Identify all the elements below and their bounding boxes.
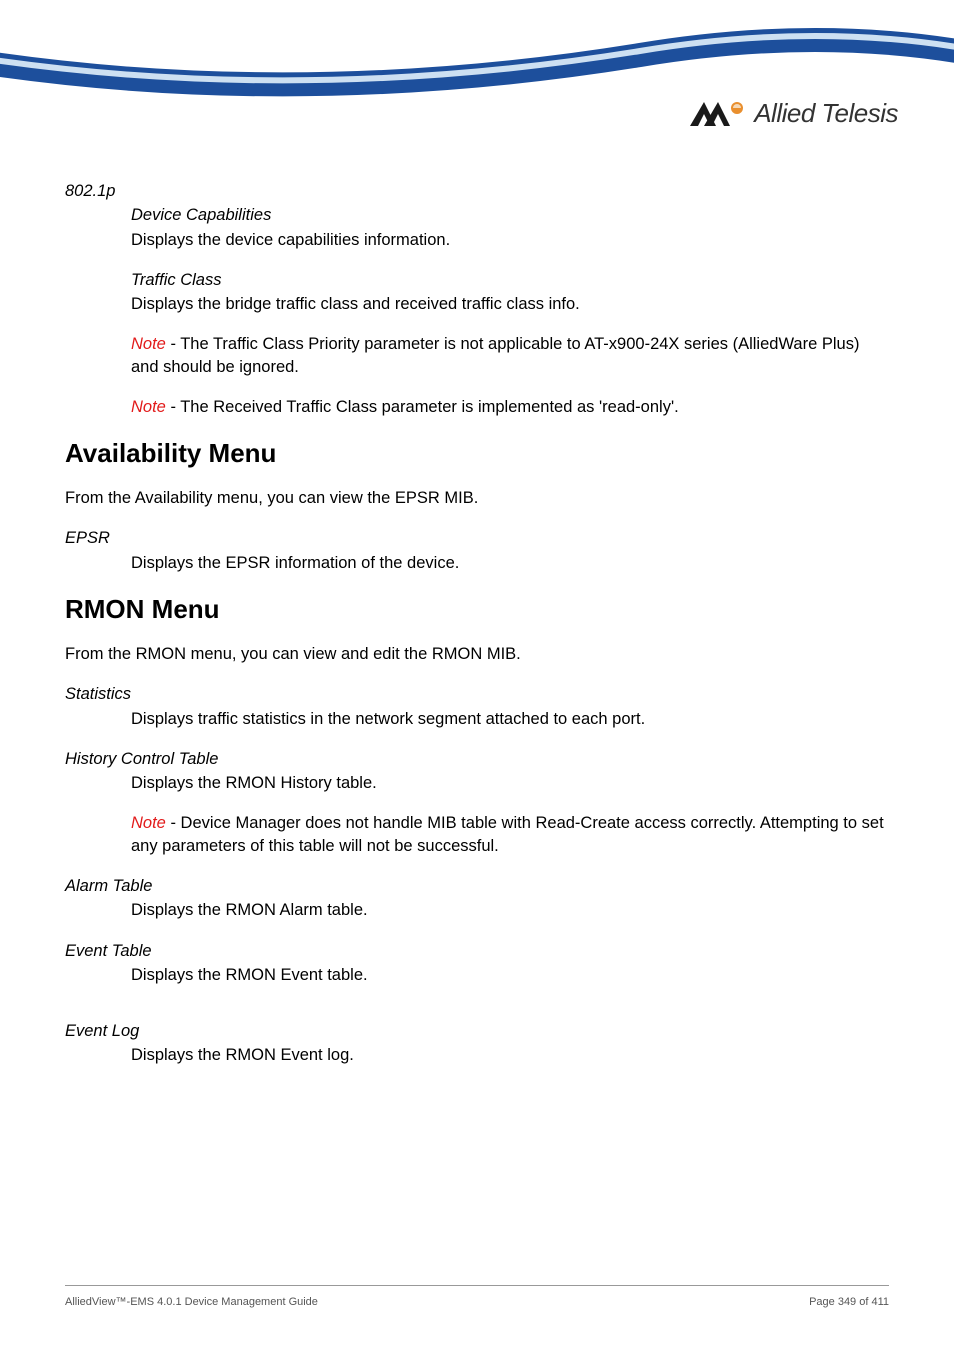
device-capabilities-label: Device Capabilities (131, 204, 889, 226)
page-footer: AlliedView™-EMS 4.0.1 Device Management … (65, 1285, 889, 1308)
note-text: - The Traffic Class Priority parameter i… (131, 335, 859, 375)
history-control-text: Displays the RMON History table. (131, 772, 889, 794)
history-note: Note - Device Manager does not handle MI… (131, 812, 889, 857)
note-read-only: Note - The Received Traffic Class parame… (131, 396, 889, 418)
footer-page-number: Page 349 of 411 (809, 1296, 889, 1308)
brand-mark-icon (690, 100, 746, 128)
epsr-text: Displays the EPSR information of the dev… (131, 552, 889, 574)
note-keyword: Note (131, 398, 166, 416)
traffic-class-label: Traffic Class (131, 269, 889, 291)
statistics-label: Statistics (65, 683, 889, 705)
epsr-label: EPSR (65, 527, 889, 549)
traffic-class-text: Displays the bridge traffic class and re… (131, 293, 889, 315)
rmon-intro: From the RMON menu, you can view and edi… (65, 643, 889, 665)
event-log-label: Event Log (65, 1020, 889, 1042)
header-swoosh-graphic (0, 0, 954, 170)
device-capabilities-text: Displays the device capabilities informa… (131, 229, 889, 251)
history-control-label: History Control Table (65, 748, 889, 770)
note-traffic-priority: Note - The Traffic Class Priority parame… (131, 333, 889, 378)
note-keyword: Note (131, 814, 166, 832)
footer-doc-title: AlliedView™-EMS 4.0.1 Device Management … (65, 1296, 318, 1308)
brand-logo: Allied Telesis (690, 98, 898, 129)
page-content: 802.1p Device Capabilities Displays the … (65, 180, 889, 1085)
alarm-table-label: Alarm Table (65, 875, 889, 897)
availability-menu-heading: Availability Menu (65, 436, 889, 471)
availability-intro: From the Availability menu, you can view… (65, 487, 889, 509)
event-table-text: Displays the RMON Event table. (131, 964, 889, 986)
note-keyword: Note (131, 335, 166, 353)
section-8021p-title: 802.1p (65, 180, 889, 202)
note-text: - The Received Traffic Class parameter i… (166, 398, 679, 416)
note-text: - Device Manager does not handle MIB tab… (131, 814, 884, 854)
alarm-table-text: Displays the RMON Alarm table. (131, 899, 889, 921)
brand-name: Allied Telesis (754, 98, 898, 129)
statistics-text: Displays traffic statistics in the netwo… (131, 708, 889, 730)
event-log-text: Displays the RMON Event log. (131, 1044, 889, 1066)
rmon-menu-heading: RMON Menu (65, 592, 889, 627)
event-table-label: Event Table (65, 940, 889, 962)
